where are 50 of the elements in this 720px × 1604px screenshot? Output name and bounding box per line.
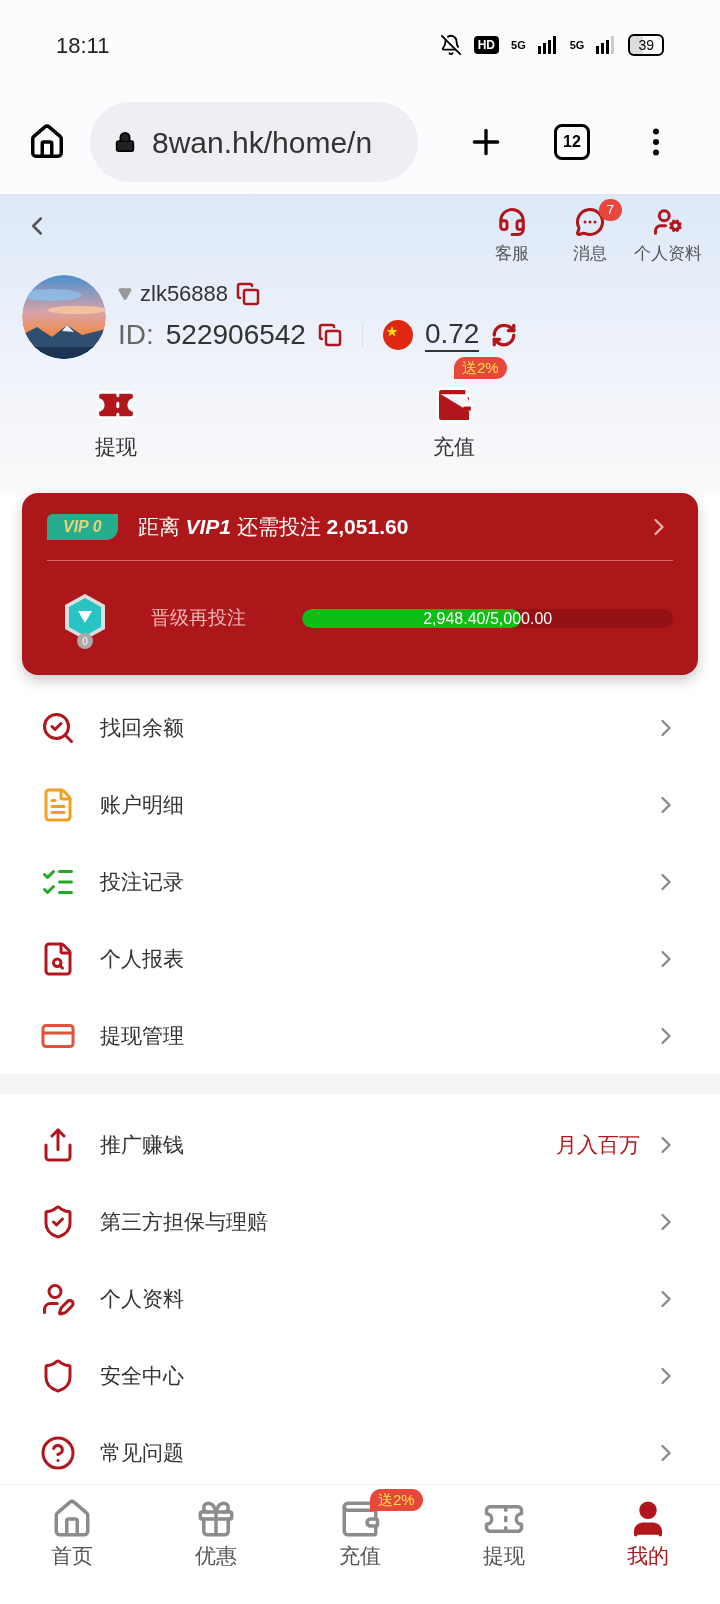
menu-item[interactable]: 找回余额 [0, 689, 720, 766]
menu-item[interactable]: 安全中心 [0, 1337, 720, 1414]
nav-tab[interactable]: 优惠 [195, 1497, 237, 1572]
signal-icon [537, 36, 558, 54]
clock: 18:11 [56, 31, 110, 60]
copy-icon[interactable] [317, 323, 342, 347]
nav-tab[interactable]: 首页 [51, 1497, 93, 1572]
quick-action-button[interactable]: 提现 [76, 382, 156, 462]
chat-icon [575, 207, 605, 237]
hd-indicator: HD [473, 36, 500, 54]
help-icon [40, 1434, 76, 1471]
medal-level: 0 [77, 633, 93, 649]
bonus-tag: 送2% [370, 1489, 423, 1511]
nav-tab[interactable]: 我的 [627, 1497, 669, 1572]
menu-item[interactable]: 账户明细 [0, 766, 720, 843]
refresh-icon[interactable] [491, 322, 518, 348]
network-indicator: 5G [511, 37, 526, 53]
menu-item[interactable]: 推广赚钱 月入百万 [0, 1106, 720, 1183]
notification-count: 7 [598, 199, 622, 221]
menu-item[interactable]: 投注记录 [0, 843, 720, 920]
menu-item[interactable]: 个人报表 [0, 920, 720, 997]
menu-item[interactable]: 第三方担保与理赔 [0, 1183, 720, 1260]
vip-level-badge: VIP 0 [47, 513, 118, 540]
bell-off-icon [439, 34, 462, 56]
bonus-tag: 送2% [454, 356, 507, 379]
quick-action-button[interactable]: 充值 [414, 382, 494, 462]
signal-icon [596, 36, 617, 54]
lock-icon [114, 131, 136, 153]
home-icon[interactable] [28, 123, 66, 161]
id-label: ID: [118, 318, 154, 352]
username: zlk56888 [140, 280, 229, 308]
promo-note: 月入百万 [556, 1131, 640, 1158]
nav-tab[interactable]: 提现 [483, 1497, 525, 1572]
copy-icon[interactable] [236, 281, 261, 306]
network-indicator: 5G [569, 37, 585, 53]
header-action-button[interactable]: 客服 [482, 207, 542, 267]
menu-item[interactable]: 常见问题 [0, 1414, 720, 1484]
balance: 0.72 [424, 318, 480, 352]
address-bar[interactable]: 8wan.hk/home/n [90, 102, 418, 182]
headset-icon [497, 207, 527, 237]
url-text: 8wan.hk/home/n [152, 124, 373, 161]
flag-icon [382, 320, 413, 350]
menu-item[interactable]: 个人资料 [0, 1260, 720, 1337]
vip-progress-summary: 距离 VIP1 还需投注 2,051.60 [137, 513, 410, 540]
tab-count-button[interactable]: 12 [554, 124, 590, 160]
battery-indicator: 39 [628, 34, 664, 56]
menu-item[interactable]: 提现管理 [0, 997, 720, 1074]
progress-label: 晋级再投注 [151, 605, 247, 630]
user-settings-icon [653, 207, 683, 237]
user-id: 522906542 [165, 318, 306, 352]
